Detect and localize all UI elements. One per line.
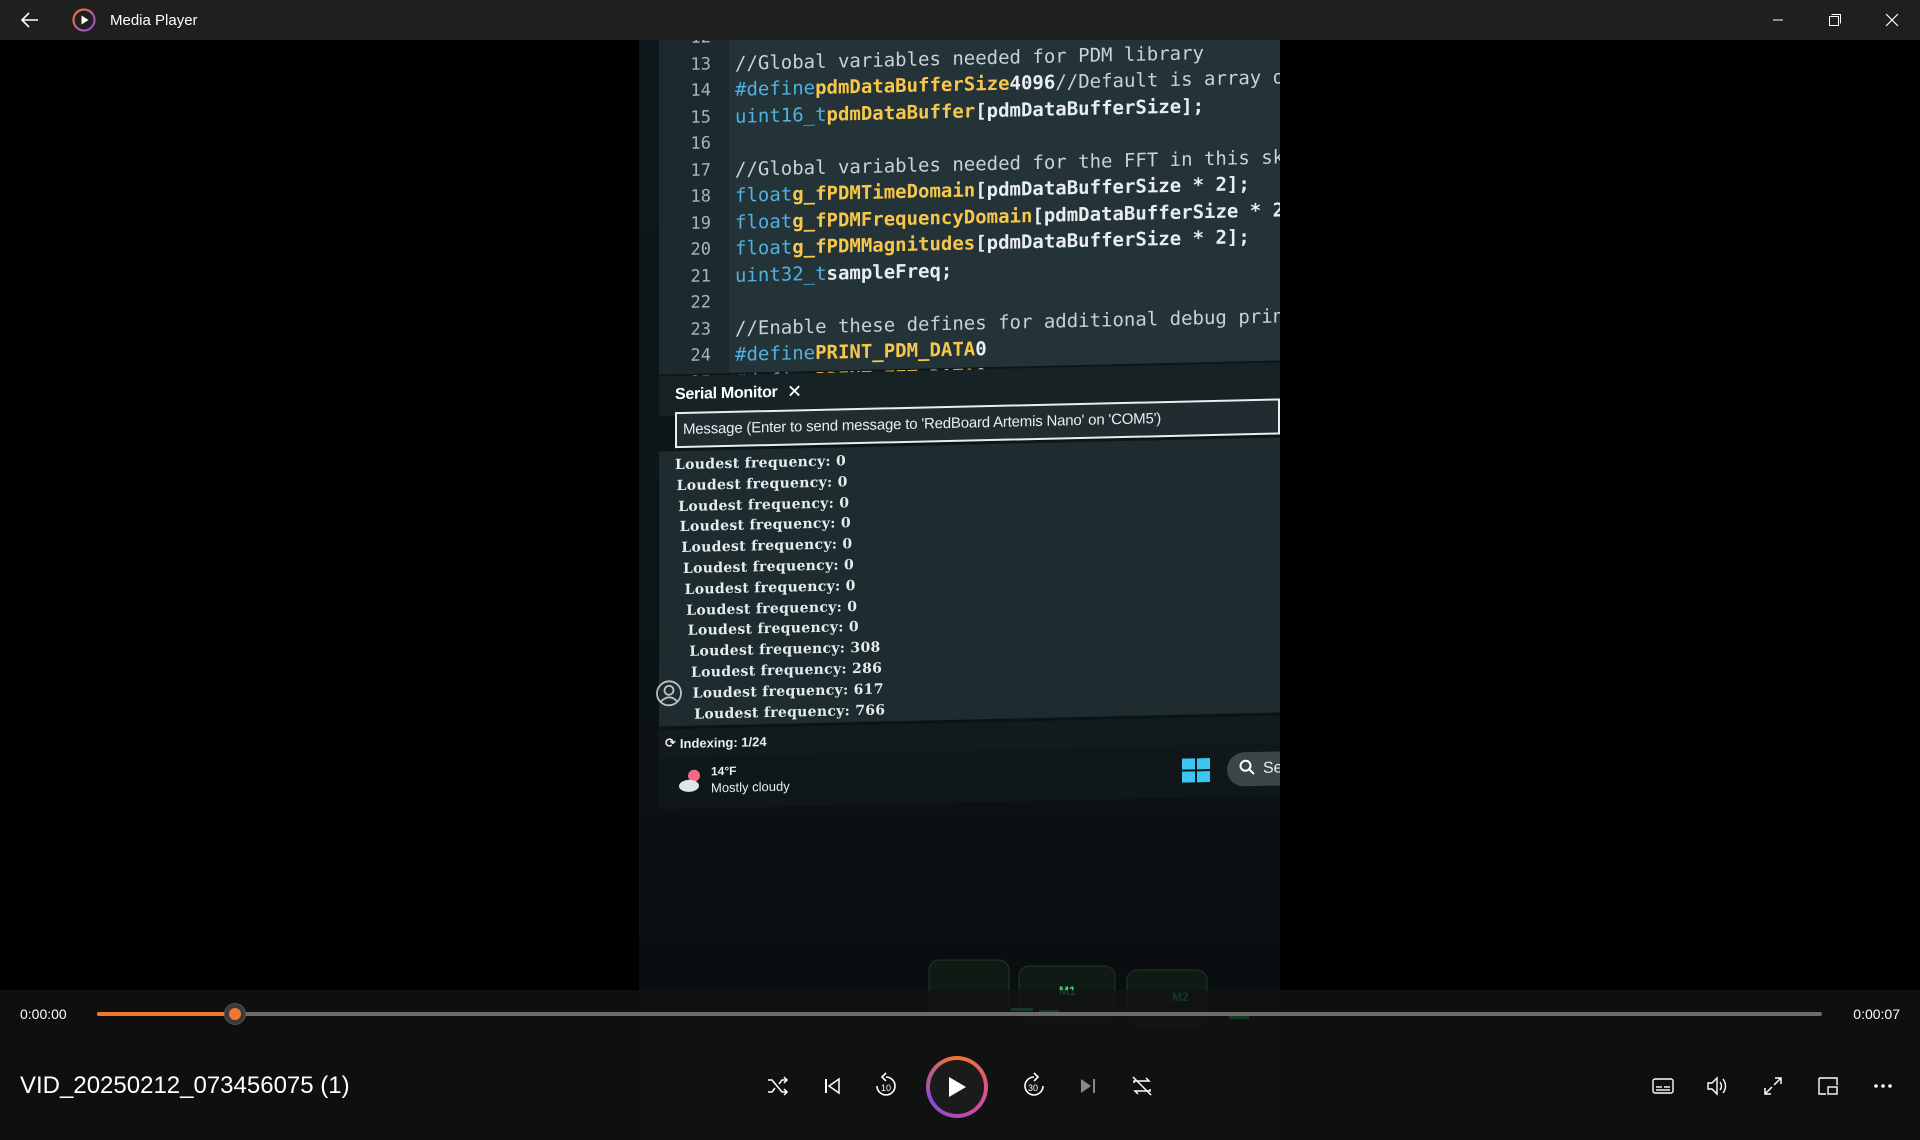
account-icon <box>655 679 683 708</box>
line-number: 19 <box>690 212 711 234</box>
code-token: [pdmDataBufferSize * 2]; <box>975 226 1250 255</box>
serial-output-line: Loudest frequency: 0 <box>681 536 853 557</box>
seek-thumb[interactable] <box>225 1004 245 1024</box>
repeat-off-icon[interactable] <box>1124 1068 1160 1104</box>
skip-back-10-icon[interactable]: 10 <box>868 1068 904 1104</box>
next-icon[interactable] <box>1070 1068 1106 1104</box>
code-token: float <box>735 236 793 260</box>
weather-temp: 14°F <box>711 763 737 779</box>
code-line: 22 <box>659 289 735 317</box>
serial-output: Loudest frequency: 0 Loudest frequency: 0… <box>659 437 1280 727</box>
code-token: #define <box>735 342 816 366</box>
code-token: //Enable these defines for additional de… <box>735 303 1280 340</box>
code-token: g_fPDMMagnitudes <box>792 232 976 259</box>
line-number: 15 <box>690 106 711 128</box>
code-line: 21 uint32_t sampleFreq; <box>659 257 953 290</box>
skip-forward-label: 30 <box>1028 1083 1038 1093</box>
seek-bar[interactable] <box>97 1004 1822 1024</box>
fullscreen-icon[interactable] <box>1745 1066 1800 1106</box>
code-token: pdmDataBuffer <box>826 99 976 126</box>
serial-monitor-title: Serial Monitor <box>675 383 778 404</box>
code-token: [pdmDataBufferSize * 2]; <box>1032 198 1280 227</box>
video-viewport[interactable]: 1213//Global variables needed for PDM li… <box>0 40 1920 1140</box>
transport-controls: 10 30 <box>760 1056 1160 1118</box>
code-token: PRINT_PDM_DATA <box>815 338 976 365</box>
app-title: Media Player <box>110 11 198 29</box>
serial-output-line: Loudest frequency: 0 <box>678 494 850 515</box>
line-number: 24 <box>690 345 711 366</box>
skip-back-label: 10 <box>881 1083 891 1093</box>
file-name: VID_20250212_073456075 (1) <box>20 1072 350 1099</box>
play-icon <box>930 1060 984 1114</box>
weather-cloud-icon <box>677 767 705 796</box>
volume-icon[interactable] <box>1690 1066 1745 1106</box>
code-token: sampleFreq; <box>826 259 953 285</box>
total-time: 0:00:07 <box>1853 1006 1900 1022</box>
serial-output-line: Loudest frequency: 0 <box>683 557 855 578</box>
code-token: uint16_t <box>735 103 827 128</box>
code-token: 0 <box>975 338 987 361</box>
code-token: float <box>735 183 793 207</box>
playback-controls: 0:00:00 0:00:07 VID_20250212_073456075 (… <box>0 990 1920 1140</box>
code-token: g_fPDMTimeDomain <box>792 179 976 206</box>
line-number: 12 <box>659 40 711 49</box>
code-editor: 1213//Global variables needed for PDM li… <box>659 40 1280 392</box>
taskbar-search: Sea <box>1227 750 1280 787</box>
line-number: 20 <box>690 239 711 260</box>
current-time: 0:00:00 <box>20 1006 67 1022</box>
line-number: 18 <box>690 186 711 207</box>
close-icon[interactable] <box>1863 0 1920 40</box>
serial-output-line: Loudest frequency: 617 <box>692 681 884 702</box>
serial-output-line: Loudest frequency: 0 <box>686 598 858 619</box>
code-token: #define <box>735 77 816 101</box>
line-number: 13 <box>690 53 711 75</box>
line-number: 21 <box>690 265 711 287</box>
title-bar: Media Player <box>0 0 1920 40</box>
skip-forward-30-icon[interactable]: 30 <box>1016 1068 1052 1104</box>
code-token: //Default is array of <box>1055 66 1280 94</box>
subtitles-icon[interactable] <box>1635 1066 1690 1106</box>
play-button[interactable] <box>926 1056 988 1118</box>
back-arrow-icon[interactable] <box>0 0 60 40</box>
serial-output-line: Loudest frequency: 0 <box>687 619 859 640</box>
seek-progress <box>97 1012 235 1016</box>
code-token: [pdmDataBufferSize]; <box>975 94 1205 122</box>
indexing-status: Indexing: 1/24 <box>679 733 767 751</box>
previous-icon[interactable] <box>814 1068 850 1104</box>
mini-player-icon[interactable] <box>1800 1066 1855 1106</box>
view-controls <box>1635 1066 1910 1106</box>
serial-output-line: Loudest frequency: 0 <box>679 515 851 536</box>
serial-output-line: Loudest frequency: 0 <box>684 577 856 598</box>
code-token: uint32_t <box>735 262 827 287</box>
serial-output-line: Loudest frequency: 0 <box>675 453 847 474</box>
search-label: Sea <box>1263 759 1280 777</box>
filmed-screen: 1213//Global variables needed for PDM li… <box>639 40 1280 810</box>
line-number: 22 <box>690 292 711 313</box>
serial-output-line: Loudest frequency: 766 <box>694 702 886 723</box>
serial-monitor-close-icon: ✕ <box>787 381 803 402</box>
weather-desc: Mostly cloudy <box>711 778 790 796</box>
video-frame: 1213//Global variables needed for PDM li… <box>639 40 1280 1140</box>
sync-icon: ⟳ <box>665 735 676 751</box>
serial-output-line: Loudest frequency: 0 <box>676 474 848 494</box>
code-token: [pdmDataBufferSize * 2]; <box>975 173 1250 202</box>
serial-output-line: Loudest frequency: 286 <box>691 660 883 681</box>
line-number: 16 <box>690 133 711 154</box>
code-token: g_fPDMFrequencyDomain <box>792 204 1033 233</box>
code-line: 16 <box>659 130 735 158</box>
more-options-icon[interactable] <box>1855 1066 1910 1106</box>
serial-output-line: Loudest frequency: 308 <box>689 639 881 661</box>
media-player-logo-icon <box>72 8 96 32</box>
line-number: 23 <box>690 318 711 340</box>
code-token: pdmDataBufferSize <box>815 72 1010 100</box>
code-token: 4096 <box>1009 71 1056 95</box>
line-number: 17 <box>690 159 711 181</box>
windows-start-icon <box>1181 757 1211 784</box>
restore-icon[interactable] <box>1806 0 1863 40</box>
search-icon <box>1239 759 1255 780</box>
minimize-icon[interactable] <box>1749 0 1806 40</box>
code-token: float <box>735 210 793 234</box>
shuffle-icon[interactable] <box>760 1068 796 1104</box>
line-number: 14 <box>690 80 711 101</box>
